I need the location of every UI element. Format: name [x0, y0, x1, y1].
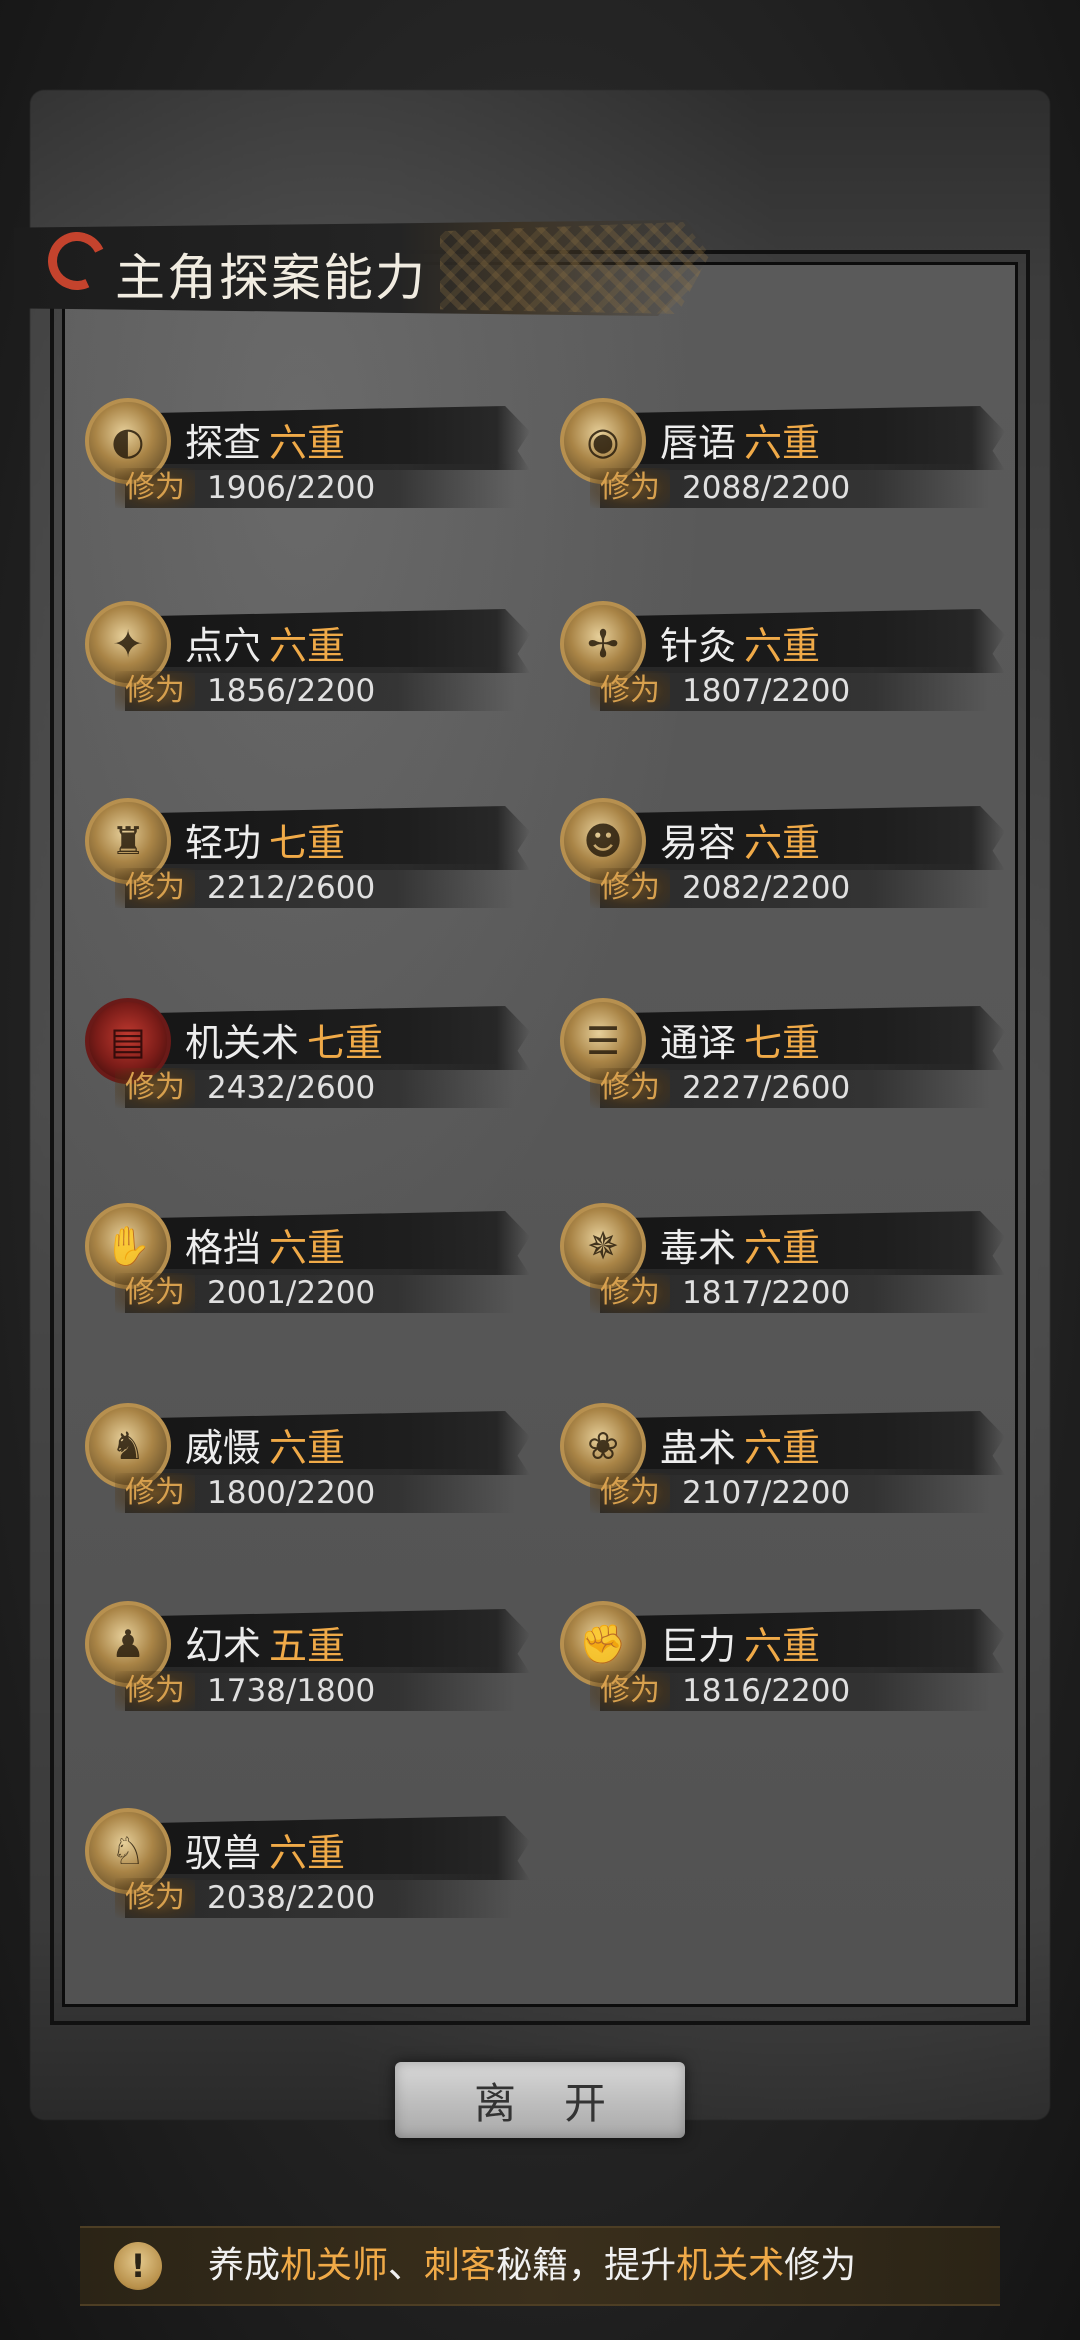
xp-value: 2082/2200	[682, 870, 851, 906]
xp-value: 2088/2200	[682, 470, 851, 506]
xp-value: 1816/2200	[682, 1673, 851, 1709]
xp-label: 修为	[115, 468, 195, 508]
xp-value: 1856/2200	[207, 673, 376, 709]
skill-level: 六重	[269, 1426, 346, 1470]
skill-name: 轻功 七重	[185, 821, 346, 865]
header-pattern	[440, 222, 710, 314]
xp-label: 修为	[590, 1068, 670, 1108]
skill-level: 六重	[269, 421, 346, 465]
skill-name: 幻术 五重	[185, 1624, 346, 1668]
skill-level: 六重	[269, 624, 346, 668]
skill-level: 五重	[269, 1624, 346, 1668]
skill-level: 六重	[744, 1426, 821, 1470]
leave-button[interactable]: 离开	[395, 2062, 685, 2138]
xp-label: 修为	[115, 1068, 195, 1108]
tip-bar: ! 养成机关师、刺客秘籍，提升机关术修为	[80, 2226, 1000, 2306]
skill-tancha[interactable]: ◐ 探查 六重 修为 1906/2200	[85, 392, 535, 522]
skill-level: 六重	[744, 1226, 821, 1270]
skill-huanshu[interactable]: ♟ 幻术 五重 修为 1738/1800	[85, 1595, 535, 1725]
skill-name: 唇语 六重	[660, 421, 821, 465]
xp-label: 修为	[590, 1473, 670, 1513]
skill-name: 格挡 六重	[185, 1226, 346, 1270]
xp-label: 修为	[115, 1273, 195, 1313]
exclamation-icon: !	[114, 2242, 162, 2290]
xp-label: 修为	[590, 671, 670, 711]
leave-button-label: 离开	[473, 2078, 654, 2128]
xp-value: 1800/2200	[207, 1475, 376, 1511]
skill-level: 六重	[269, 1831, 346, 1875]
skill-level: 六重	[269, 1226, 346, 1270]
xp-value: 1817/2200	[682, 1275, 851, 1311]
skill-level: 七重	[307, 1021, 384, 1065]
tip-highlight: 机关师	[280, 2245, 389, 2286]
xp-label: 修为	[590, 868, 670, 908]
xp-label: 修为	[590, 1671, 670, 1711]
skill-gedang[interactable]: ✋ 格挡 六重 修为 2001/2200	[85, 1197, 535, 1327]
xp-value: 2227/2600	[682, 1070, 851, 1106]
skill-name: 蛊术 六重	[660, 1426, 821, 1470]
xp-label: 修为	[115, 671, 195, 711]
skill-name: 威慑 六重	[185, 1426, 346, 1470]
xp-value: 1807/2200	[682, 673, 851, 709]
xp-value: 1738/1800	[207, 1673, 376, 1709]
skill-name: 巨力 六重	[660, 1624, 821, 1668]
skills-panel	[62, 262, 1018, 2007]
skill-name: 针灸 六重	[660, 624, 821, 668]
skill-level: 七重	[269, 821, 346, 865]
skill-level: 六重	[744, 421, 821, 465]
tip-highlight: 机关术	[676, 2245, 785, 2286]
skill-name: 机关术 七重	[185, 1021, 384, 1065]
skill-level: 七重	[744, 1021, 821, 1065]
skill-name: 毒术 六重	[660, 1226, 821, 1270]
skill-qinggong[interactable]: ♜ 轻功 七重 修为 2212/2600	[85, 792, 535, 922]
xp-value: 2107/2200	[682, 1475, 851, 1511]
xp-label: 修为	[115, 1473, 195, 1513]
skill-yushou[interactable]: ♘ 驭兽 六重 修为 2038/2200	[85, 1802, 535, 1932]
xp-label: 修为	[115, 868, 195, 908]
skill-yirong[interactable]: ☻ 易容 六重 修为 2082/2200	[560, 792, 1010, 922]
page-title: 主角探案能力	[115, 249, 427, 307]
skill-level: 六重	[744, 1624, 821, 1668]
skill-dianxue[interactable]: ✦ 点穴 六重 修为 1856/2200	[85, 595, 535, 725]
xp-label: 修为	[590, 468, 670, 508]
skill-weishe[interactable]: ♞ 威慑 六重 修为 1800/2200	[85, 1397, 535, 1527]
skills-screen: 主角探案能力 ◐ 探查 六重 修为 1906/2200 ◉ 唇语 六重 修为 208…	[0, 0, 1080, 2340]
skill-tongyi[interactable]: ☰ 通译 七重 修为 2227/2600	[560, 992, 1010, 1122]
skill-name: 通译 七重	[660, 1021, 821, 1065]
skill-name: 驭兽 六重	[185, 1831, 346, 1875]
xp-value: 2001/2200	[207, 1275, 376, 1311]
xp-label: 修为	[590, 1273, 670, 1313]
skill-zhenjiu[interactable]: ✢ 针灸 六重 修为 1807/2200	[560, 595, 1010, 725]
skill-name: 探查 六重	[185, 421, 346, 465]
xp-label: 修为	[115, 1878, 195, 1918]
skill-dushu[interactable]: ✵ 毒术 六重 修为 1817/2200	[560, 1197, 1010, 1327]
skill-name: 易容 六重	[660, 821, 821, 865]
xp-value: 2212/2600	[207, 870, 376, 906]
skill-gushu[interactable]: ❀ 蛊术 六重 修为 2107/2200	[560, 1397, 1010, 1527]
skill-jiguanshu[interactable]: ▤ 机关术 七重 修为 2432/2600	[85, 992, 535, 1122]
xp-value: 2432/2600	[207, 1070, 376, 1106]
xp-label: 修为	[115, 1671, 195, 1711]
xp-value: 2038/2200	[207, 1880, 376, 1916]
skill-level: 六重	[744, 821, 821, 865]
skill-juli[interactable]: ✊ 巨力 六重 修为 1816/2200	[560, 1595, 1010, 1725]
tip-text: 养成机关师、刺客秘籍，提升机关术修为	[208, 2245, 857, 2286]
skill-name: 点穴 六重	[185, 624, 346, 668]
skill-level: 六重	[744, 624, 821, 668]
tip-highlight: 刺客	[424, 2245, 497, 2286]
xp-value: 1906/2200	[207, 470, 376, 506]
skill-chunyu[interactable]: ◉ 唇语 六重 修为 2088/2200	[560, 392, 1010, 522]
